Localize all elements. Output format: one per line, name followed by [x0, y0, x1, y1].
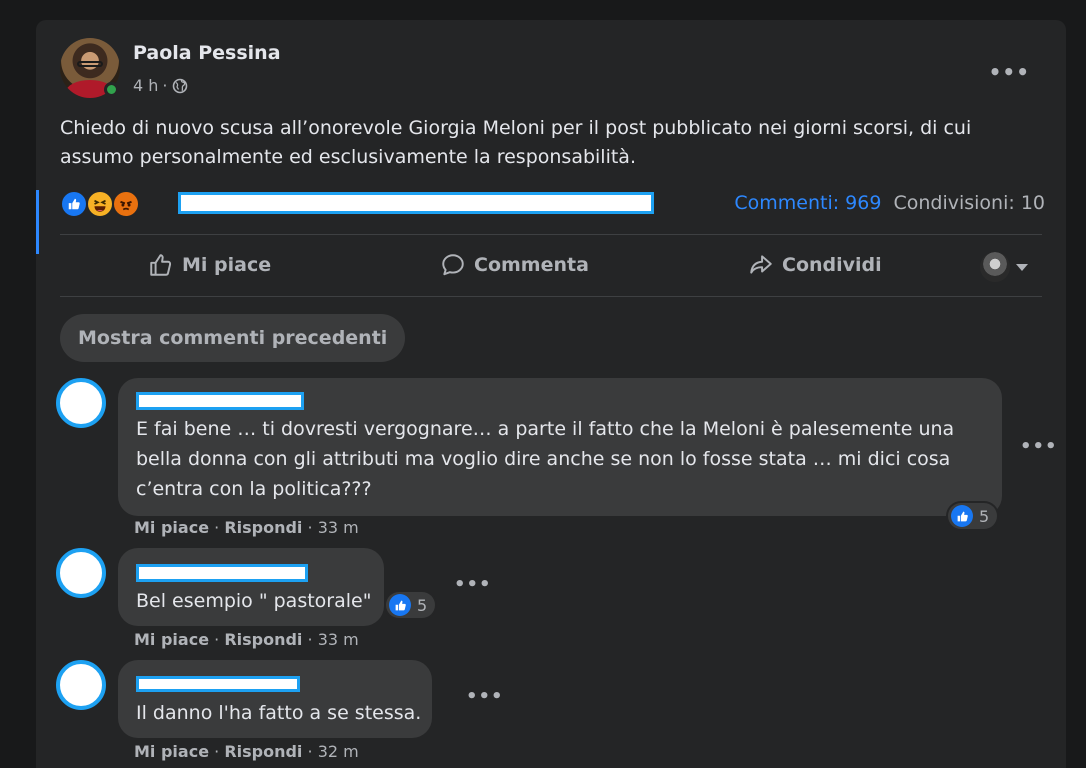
show-previous-comments-button[interactable]: Mostra commenti precedenti [60, 314, 406, 362]
like-reaction-icon [951, 505, 973, 527]
comment-button[interactable]: Commenta [440, 252, 589, 278]
reactions-row: Commenti: 969 Condivisioni: 10 [60, 188, 1045, 220]
comment-actions: Mi piace · Rispondi · 32 m [134, 742, 359, 761]
reaction-count: 5 [979, 506, 990, 526]
comment-time[interactable]: 33 m [318, 518, 359, 537]
comment-time[interactable]: 32 m [318, 742, 359, 761]
share-button[interactable]: Condividi [748, 252, 882, 278]
post-meta: 4 h · [133, 76, 188, 95]
author-name[interactable]: Paola Pessina [133, 42, 281, 64]
post-actions: Mi piace Commenta Condividi [60, 242, 1042, 292]
like-button[interactable]: Mi piace [148, 252, 271, 278]
share-arrow-icon [750, 255, 772, 274]
comment-reply-link[interactable]: Rispondi [224, 742, 302, 761]
comment-bubble: Bel esempio " pastorale" [118, 548, 384, 626]
comment: Bel esempio " pastorale" 5 ••• Mi piace … [56, 548, 1036, 658]
thumbs-up-icon [150, 254, 172, 276]
comment: E fai bene … ti dovresti vergognare… a p… [56, 378, 1057, 538]
redacted-commenter-name[interactable] [136, 392, 304, 410]
redacted-commenter-name[interactable] [136, 676, 300, 692]
comment-more-icon[interactable]: ••• [1020, 436, 1058, 457]
separator: · [214, 742, 225, 761]
profile-avatar [980, 252, 1010, 282]
accent-bar [36, 190, 39, 254]
comment-actions: Mi piace · Rispondi · 33 m [134, 630, 359, 649]
post-counts: Commenti: 969 Condivisioni: 10 [734, 192, 1045, 214]
separator: · [214, 630, 225, 649]
comment-like-link[interactable]: Mi piace [134, 518, 209, 537]
separator: · [307, 518, 318, 537]
comment-reactions[interactable]: 5 [948, 503, 998, 529]
separator: · [307, 630, 318, 649]
redacted-reactors [178, 192, 654, 214]
online-status-icon [104, 82, 119, 97]
comment-avatar[interactable] [56, 660, 106, 710]
share-label: Condividi [782, 254, 882, 276]
like-label: Mi piace [182, 254, 272, 276]
share-count[interactable]: Condivisioni: 10 [893, 192, 1045, 214]
like-reaction-icon [60, 190, 88, 218]
post-text: Chiedo di nuovo scusa all’onorevole Gior… [60, 117, 972, 168]
separator: · [307, 742, 318, 761]
haha-reaction-icon [86, 190, 114, 218]
comment-avatar[interactable] [56, 548, 106, 598]
angry-reaction-icon [112, 190, 140, 218]
comment-bubble: E fai bene … ti dovresti vergognare… a p… [118, 378, 1002, 516]
comment-reactions[interactable]: 5 [386, 592, 436, 618]
comment-actions: Mi piace · Rispondi · 33 m [134, 518, 359, 537]
post-card: Paola Pessina 4 h · ••• Chiedo di nuovo … [36, 20, 1066, 768]
comment-text: Il danno l'ha fatto a se stessa. [136, 702, 422, 724]
comment-icon [442, 254, 464, 276]
chevron-down-icon [1016, 263, 1028, 271]
comment-like-link[interactable]: Mi piace [134, 742, 209, 761]
comment: Il danno l'ha fatto a se stessa. ••• Mi … [56, 660, 1036, 768]
reaction-icons[interactable] [60, 190, 150, 218]
separator: · [214, 518, 225, 537]
redacted-commenter-name[interactable] [136, 564, 308, 582]
comment-count[interactable]: Commenti: 969 [734, 192, 881, 214]
like-reaction-icon [389, 594, 411, 616]
meta-separator: · [162, 76, 168, 95]
comment-reply-link[interactable]: Rispondi [224, 518, 302, 537]
profile-switcher[interactable] [980, 252, 1028, 282]
post-more-icon[interactable]: ••• [989, 60, 1030, 84]
comment-text: Bel esempio " pastorale" [136, 590, 372, 612]
divider [60, 234, 1042, 235]
reaction-count: 5 [417, 595, 428, 615]
globe-icon[interactable] [172, 78, 188, 94]
comment-avatar[interactable] [56, 378, 106, 428]
post-header: Paola Pessina 4 h · ••• [60, 38, 1040, 102]
divider [60, 296, 1042, 297]
comment-more-icon[interactable]: ••• [466, 686, 504, 707]
comment-more-icon[interactable]: ••• [454, 574, 492, 595]
comment-like-link[interactable]: Mi piace [134, 630, 209, 649]
comment-text: E fai bene … ti dovresti vergognare… a p… [136, 418, 955, 500]
comment-reply-link[interactable]: Rispondi [224, 630, 302, 649]
comment-bubble: Il danno l'ha fatto a se stessa. [118, 660, 432, 738]
comment-label: Commenta [474, 254, 589, 276]
avatar-glasses [77, 61, 103, 67]
post-time[interactable]: 4 h [133, 76, 158, 95]
comment-time[interactable]: 33 m [318, 630, 359, 649]
